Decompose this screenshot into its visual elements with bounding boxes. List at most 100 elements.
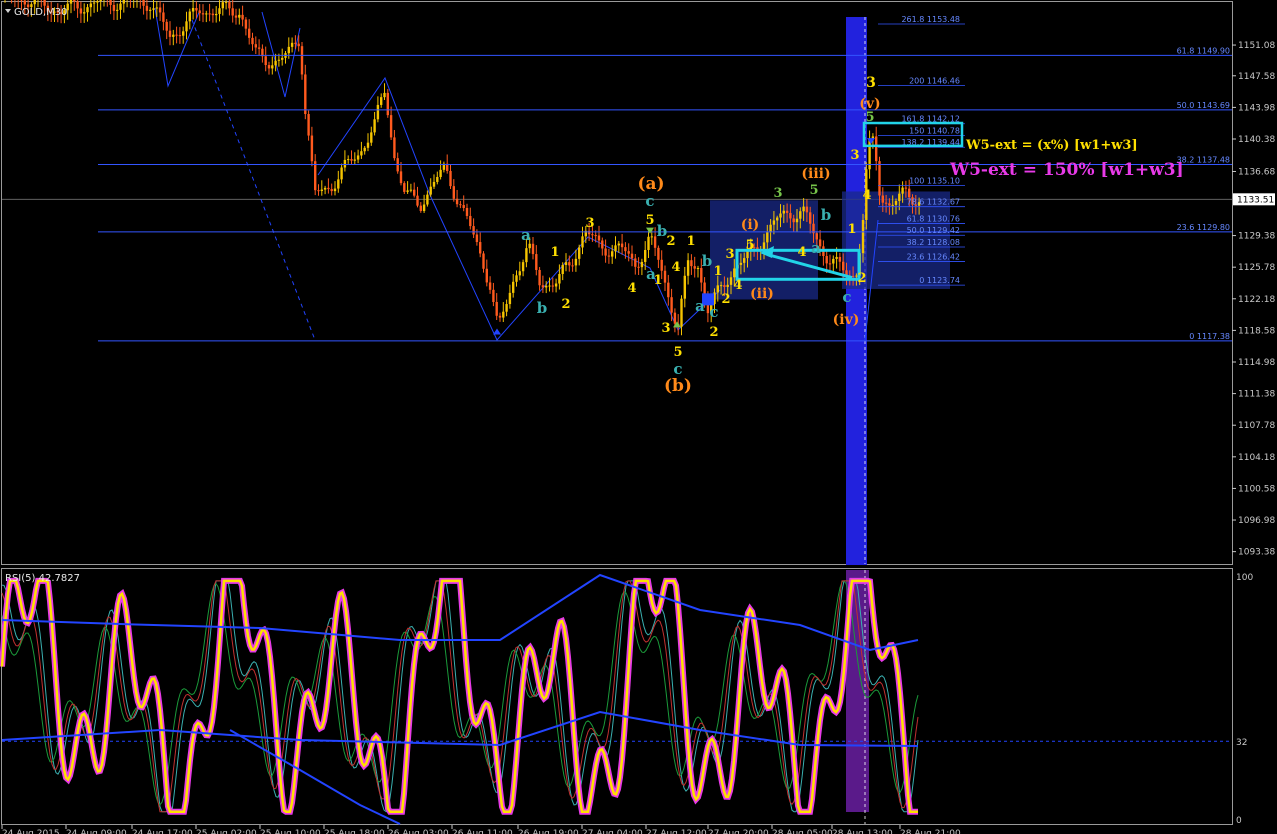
- candle-body: [772, 220, 776, 225]
- fib-retrace-label: 23.6 1126.42: [907, 253, 960, 262]
- candle-body: [422, 204, 426, 211]
- candle-body: [617, 243, 620, 246]
- candle-body: [479, 242, 482, 254]
- candle-body: [327, 187, 330, 190]
- candle-body: [208, 13, 211, 15]
- candle-body: [307, 114, 310, 136]
- candle-body: [152, 8, 155, 10]
- candle-body: [86, 7, 89, 13]
- candle-body: [663, 270, 667, 283]
- candle-body: [673, 312, 677, 324]
- candle-body: [274, 60, 277, 66]
- wave-label: 1: [550, 245, 559, 260]
- candle-body: [142, 0, 145, 6]
- candle-body: [716, 285, 719, 293]
- wave-label: 2: [561, 297, 570, 312]
- candle-body: [449, 170, 452, 187]
- candle-body: [149, 9, 152, 11]
- candle-body: [145, 5, 149, 11]
- candle-body: [878, 161, 881, 196]
- candle-body: [785, 210, 789, 213]
- candle-body: [828, 263, 832, 265]
- candle-body: [607, 255, 611, 257]
- chart-window: 61.8 1149.90 50.0 1143.69 38.2 1137.48 23.6…: [0, 0, 1275, 834]
- candle-body: [436, 176, 439, 182]
- candle-body: [370, 132, 373, 143]
- candle-body: [165, 21, 168, 31]
- w5-ext-value-annotation: W5-ext = 150% [w1+w3]: [949, 160, 1184, 180]
- candle-body: [601, 240, 604, 249]
- fib-retrace-label: 61.8 1130.76: [907, 214, 960, 223]
- candle-body: [762, 242, 766, 250]
- main-chart-frame: [1, 1, 1233, 565]
- wave-label: c: [709, 303, 718, 321]
- x-tick-label: 28 Aug 13:00: [832, 829, 893, 834]
- candle-body: [835, 256, 838, 259]
- candle-body: [891, 204, 894, 206]
- candle-body: [119, 3, 122, 10]
- candle-body: [769, 224, 772, 233]
- candle-body: [294, 42, 297, 44]
- candle-body: [386, 92, 389, 116]
- candle-body: [337, 179, 340, 189]
- candle-body: [251, 37, 254, 45]
- candle-body: [99, 0, 102, 2]
- candle-body: [406, 190, 409, 192]
- candle-body: [89, 3, 92, 8]
- candle-body: [300, 46, 304, 75]
- x-tick-label: 28 Aug 05:00: [772, 829, 833, 834]
- candle-body: [898, 193, 901, 201]
- x-tick-label: 24 Aug 09:00: [66, 829, 127, 834]
- candle-body: [630, 253, 634, 259]
- x-tick-label: 25 Aug 18:00: [324, 829, 385, 834]
- candle-body: [696, 268, 700, 270]
- candle-body: [485, 268, 488, 283]
- candle-body: [492, 289, 495, 302]
- candle-body: [287, 46, 290, 54]
- wave-label: 5: [865, 110, 874, 125]
- candle-body: [343, 159, 347, 168]
- candle-body: [723, 285, 726, 287]
- candle-body: [904, 187, 908, 189]
- wave-label: 1: [686, 234, 695, 249]
- candle-body: [330, 189, 333, 192]
- fib-level-label: 38.2 1137.48: [1177, 155, 1230, 164]
- y-tick-label: 1107.78: [1238, 421, 1275, 431]
- wave-label: 3: [725, 247, 734, 262]
- candle-body: [472, 226, 475, 235]
- candle-body: [234, 15, 238, 18]
- fib-level-label: 50.0 1143.69: [1177, 101, 1230, 110]
- wave-label: 3: [661, 321, 670, 336]
- candle-body: [432, 181, 436, 187]
- wave-label: 5: [745, 238, 754, 253]
- candle-body: [894, 200, 898, 205]
- candle-body: [271, 65, 274, 69]
- candle-body: [264, 56, 267, 66]
- candle-body: [469, 215, 472, 227]
- candle-body: [277, 59, 281, 61]
- fib-retrace-label: 38.2 1128.08: [907, 238, 960, 247]
- candle-body: [644, 249, 647, 262]
- candle-body: [881, 195, 884, 203]
- wave-label: c: [645, 192, 654, 210]
- candle-body: [254, 44, 257, 48]
- candle-body: [594, 235, 597, 237]
- candle-body: [482, 253, 485, 269]
- candle-body: [637, 266, 640, 268]
- candle-body: [426, 194, 429, 205]
- candle-body: [175, 34, 178, 36]
- x-tick-label: 27 Aug 12:00: [646, 829, 707, 834]
- candle-body: [459, 204, 462, 206]
- candle-body: [564, 262, 568, 265]
- candle-body: [825, 256, 828, 264]
- candle-body: [248, 28, 251, 38]
- candle-body: [488, 282, 492, 290]
- y-tick-label: 1140.38: [1238, 135, 1275, 145]
- wave-label: (i): [741, 217, 760, 233]
- candle-body: [548, 285, 551, 287]
- candle-body: [376, 104, 380, 120]
- y-tick-label: 1093.38: [1238, 548, 1275, 558]
- candle-body: [112, 4, 116, 11]
- rsi-scale-label: 32: [1236, 738, 1247, 748]
- candle-body: [538, 269, 541, 286]
